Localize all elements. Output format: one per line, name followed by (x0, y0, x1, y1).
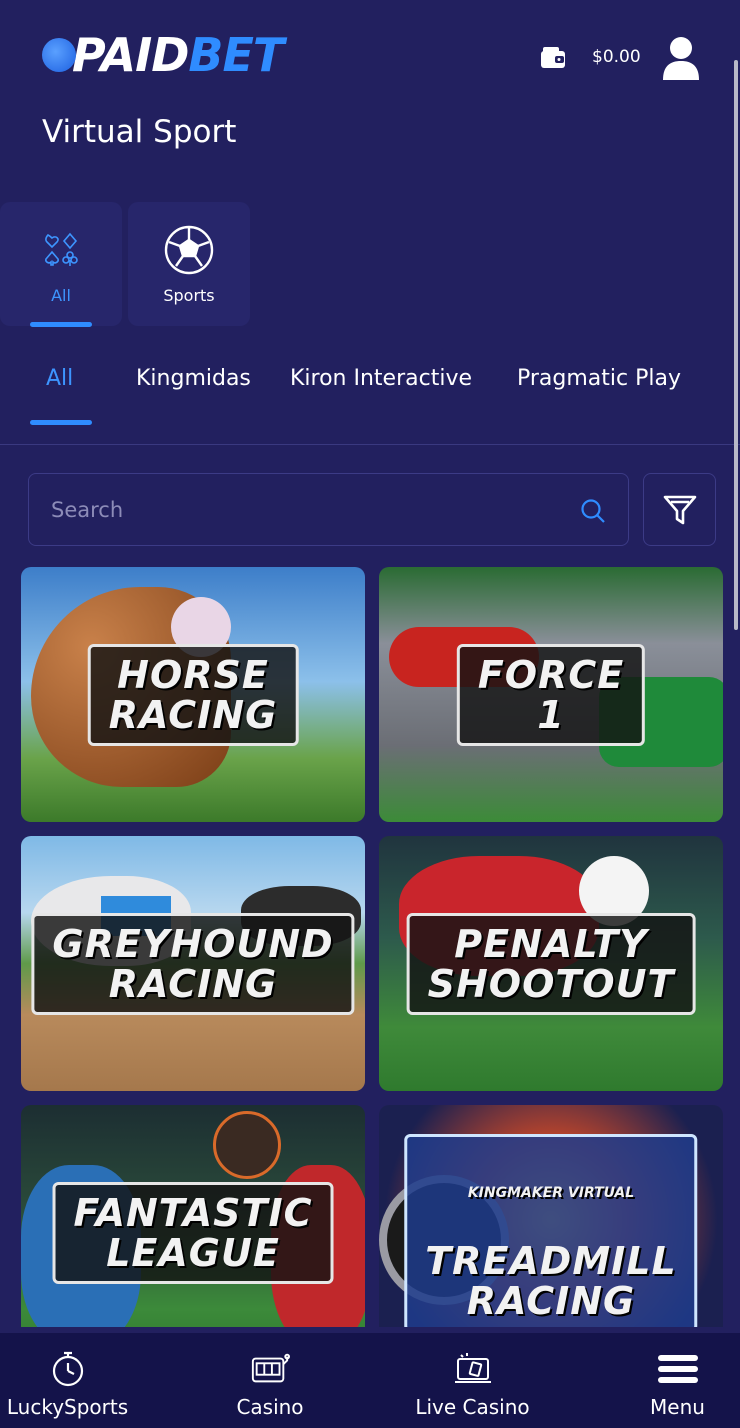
category-active-indicator (30, 322, 92, 327)
game-title: FORCE 1 (456, 643, 646, 746)
game-subtitle: KINGMAKER VIRTUAL (467, 1184, 635, 1201)
wallet-icon[interactable] (540, 46, 566, 70)
game-grid: HORSE RACING FORCE 1 GREYHOUND RACING PE… (21, 567, 724, 1327)
game-card-force-1[interactable]: FORCE 1 (379, 567, 723, 822)
game-title-text: TREADMILL RACING (425, 1238, 677, 1323)
provider-tabs: All Kingmidas Kiron Interactive Pragmati… (0, 366, 740, 406)
game-card-greyhound-racing[interactable]: GREYHOUND RACING (21, 836, 365, 1091)
nav-menu[interactable]: Menu (620, 1333, 735, 1428)
nav-label: Live Casino (415, 1395, 530, 1419)
filter-icon (663, 495, 696, 524)
category-label: Sports (163, 286, 215, 305)
game-card-penalty-shootout[interactable]: PENALTY SHOOTOUT (379, 836, 723, 1091)
nav-casino[interactable]: Casino (200, 1333, 340, 1428)
stopwatch-icon (48, 1349, 88, 1389)
category-label: All (51, 286, 71, 305)
soccer-ball-icon (163, 224, 215, 276)
game-title: HORSE RACING (87, 643, 299, 746)
scrollbar[interactable] (734, 60, 738, 630)
provider-tab-kingmidas[interactable]: Kingmidas (136, 366, 251, 391)
game-card-fantastic-league[interactable]: FANTASTIC LEAGUE (21, 1105, 365, 1327)
game-card-treadmill-racing[interactable]: KINGMAKER VIRTUAL TREADMILL RACING (379, 1105, 723, 1327)
card-suits-icon (35, 224, 87, 276)
provider-active-indicator (30, 420, 92, 425)
category-tab-all[interactable]: All (0, 202, 122, 326)
game-title: GREYHOUND RACING (31, 912, 355, 1015)
provider-tab-pragmatic-play[interactable]: Pragmatic Play (517, 366, 681, 391)
paidbet-logo[interactable]: PAID BET (42, 28, 284, 82)
slot-machine-icon (250, 1349, 290, 1389)
nav-luckysports[interactable]: LuckySports (0, 1333, 135, 1428)
game-title: PENALTY SHOOTOUT (406, 912, 696, 1015)
header: PAID BET $0.00 (0, 0, 740, 110)
game-title: FANTASTIC LEAGUE (52, 1181, 334, 1284)
wallet-balance[interactable]: $0.00 (592, 47, 641, 67)
nav-label: Casino (236, 1395, 304, 1419)
user-account-icon[interactable] (662, 36, 700, 82)
nav-label: LuckySports (6, 1395, 129, 1419)
game-card-horse-racing[interactable]: HORSE RACING (21, 567, 365, 822)
game-title: KINGMAKER VIRTUAL TREADMILL RACING (404, 1133, 698, 1327)
provider-tab-all[interactable]: All (46, 366, 73, 391)
bottom-navigation: LuckySports Casino Live Casino Menu (0, 1333, 740, 1428)
logo-text-paid: PAID (72, 28, 189, 82)
search-input[interactable] (51, 494, 571, 526)
logo-text-bet: BET (188, 28, 284, 82)
provider-tab-kiron-interactive[interactable]: Kiron Interactive (290, 366, 472, 391)
soccer-ball-logo-icon (42, 38, 76, 72)
category-tab-sports[interactable]: Sports (128, 202, 250, 326)
filter-button[interactable] (643, 473, 716, 546)
live-dealer-icon (453, 1349, 493, 1389)
divider (0, 444, 740, 445)
nav-label: Menu (650, 1395, 705, 1419)
hamburger-menu-icon (657, 1349, 698, 1389)
search-icon[interactable] (580, 498, 606, 524)
page-title: Virtual Sport (42, 114, 237, 150)
nav-live-casino[interactable]: Live Casino (400, 1333, 545, 1428)
search-box (28, 473, 629, 546)
